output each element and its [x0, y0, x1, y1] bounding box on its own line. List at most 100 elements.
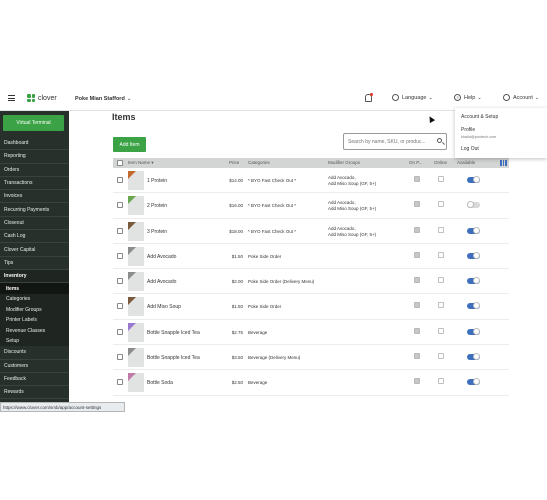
available-toggle[interactable]: [467, 378, 480, 386]
row-checkbox[interactable]: [117, 252, 123, 259]
row-checkbox[interactable]: [117, 278, 123, 285]
row-checkbox[interactable]: [117, 227, 123, 234]
available-toggle[interactable]: [467, 277, 480, 285]
sidebar-item-customers[interactable]: Customers: [0, 360, 69, 373]
on-pos-checkbox[interactable]: [414, 353, 420, 360]
sidebar-item-dashboard[interactable]: Dashboard: [0, 137, 69, 151]
sidebar-item-discounts[interactable]: Discounts: [0, 346, 69, 360]
on-pos-checkbox[interactable]: [414, 201, 420, 208]
on-pos-checkbox[interactable]: [414, 226, 420, 233]
account-setup-link[interactable]: Account & Setup: [461, 114, 498, 120]
search-input[interactable]: [348, 134, 434, 149]
help-menu[interactable]: ? Help ⌄: [454, 94, 482, 101]
sidebar-item-clover-capital[interactable]: Clover Capital: [0, 243, 69, 257]
merchant-selector[interactable]: Poke Mian Stafford ⌄: [75, 96, 131, 102]
item-name[interactable]: Bottle Snapple Iced Tea: [147, 355, 200, 361]
item-name[interactable]: 2 Protein: [147, 203, 167, 209]
item-name[interactable]: Add Miso Soup: [147, 304, 181, 310]
language-menu[interactable]: Language ⌄: [392, 94, 433, 101]
table-row[interactable]: 1 Protein $14.00 * BYO Fast Check Out * …: [113, 168, 509, 194]
available-toggle[interactable]: [467, 353, 480, 361]
online-checkbox[interactable]: [438, 201, 444, 208]
online-checkbox[interactable]: [438, 226, 444, 233]
select-all-checkbox[interactable]: [117, 160, 123, 166]
item-name[interactable]: Add Avocado: [147, 279, 176, 285]
sidebar-subitem-modifier-groups[interactable]: Modifier Groups: [0, 304, 69, 315]
menu-icon[interactable]: [8, 95, 15, 101]
sidebar-subitem-revenue-classes[interactable]: Revenue Classes: [0, 325, 69, 336]
on-pos-checkbox[interactable]: [414, 302, 420, 309]
account-menu[interactable]: Account ⌄: [503, 94, 539, 101]
online-checkbox[interactable]: [438, 302, 444, 309]
available-toggle[interactable]: [467, 201, 480, 209]
on-pos-checkbox[interactable]: [414, 277, 420, 284]
sidebar-item-cash-log[interactable]: Cash Log: [0, 230, 69, 244]
account-label: Account: [513, 94, 533, 101]
available-toggle[interactable]: [467, 251, 480, 259]
sidebar-item-reporting[interactable]: Reporting: [0, 150, 69, 164]
table-row[interactable]: Add Avocado $2.00 Poke Side Order (Deliv…: [113, 269, 509, 295]
available-toggle[interactable]: [467, 327, 480, 335]
table-row[interactable]: Add Miso Soup $1.50 Poke Side Order: [113, 294, 509, 320]
available-toggle[interactable]: [467, 226, 480, 234]
sidebar-item-feedback[interactable]: Feedback: [0, 373, 69, 387]
sidebar-item-inventory[interactable]: Inventory: [0, 269, 69, 284]
column-header-price[interactable]: Price: [229, 160, 239, 165]
online-checkbox[interactable]: [438, 176, 444, 182]
sidebar-item-tips[interactable]: Tips: [0, 257, 69, 270]
on-pos-checkbox[interactable]: [414, 251, 420, 258]
available-toggle[interactable]: [467, 302, 480, 310]
item-name[interactable]: 3 Protein: [147, 229, 167, 235]
sidebar-subitem-setup[interactable]: Setup: [0, 335, 69, 347]
search-icon[interactable]: [437, 138, 442, 143]
sidebar-item-closeout[interactable]: Closeout: [0, 217, 69, 231]
column-header-modifier-groups[interactable]: Modifier Groups: [328, 160, 360, 165]
item-name[interactable]: Add Avocado: [147, 254, 176, 260]
on-pos-checkbox[interactable]: [414, 327, 420, 334]
sidebar-item-invoices[interactable]: Invoices: [0, 190, 69, 204]
column-header-available[interactable]: Available: [457, 160, 475, 165]
table-row[interactable]: Bottle Snapple Iced Tea $3.50 Beverage (…: [113, 345, 509, 371]
available-toggle[interactable]: [467, 176, 480, 183]
sidebar-item-orders[interactable]: Orders: [0, 164, 69, 177]
item-name[interactable]: Bottle Snapple Iced Tea: [147, 330, 200, 336]
sidebar-item-transactions[interactable]: Transactions: [0, 177, 69, 191]
sidebar-subitem-categories[interactable]: Categories: [0, 293, 69, 305]
item-thumbnail: [128, 348, 144, 368]
logout-link[interactable]: Log Out: [461, 146, 479, 152]
sidebar-item-recurring-payments[interactable]: Recurring Payments: [0, 203, 69, 217]
online-checkbox[interactable]: [438, 378, 444, 385]
column-header-name[interactable]: Item Name ▾: [128, 160, 154, 166]
search-box[interactable]: [343, 133, 447, 150]
item-name[interactable]: Bottle Soda: [147, 380, 173, 386]
table-row[interactable]: 3 Protein $18.00 * BYO Fast Check Out * …: [113, 219, 509, 244]
sidebar-item-rewards[interactable]: Rewards: [0, 386, 69, 400]
row-checkbox[interactable]: [117, 379, 123, 386]
table-row[interactable]: Bottle Soda $2.50 Beverage: [113, 370, 509, 396]
column-header-online[interactable]: Online: [434, 160, 447, 165]
item-name[interactable]: 1 Protein: [147, 178, 167, 184]
clover-logo[interactable]: clover: [27, 94, 57, 102]
column-header-on-pos[interactable]: On P...: [409, 160, 422, 165]
table-row[interactable]: Bottle Snapple Iced Tea $2.75 Beverage: [113, 320, 509, 346]
row-checkbox[interactable]: [117, 354, 123, 361]
on-pos-checkbox[interactable]: [414, 378, 420, 385]
virtual-terminal-button[interactable]: Virtual Terminal: [3, 115, 64, 131]
on-pos-checkbox[interactable]: [414, 176, 420, 182]
online-checkbox[interactable]: [438, 251, 444, 258]
row-checkbox[interactable]: [117, 303, 123, 310]
table-row[interactable]: 2 Protein $16.00 * BYO Fast Check Out * …: [113, 193, 509, 219]
sidebar-subitem-printer-labels[interactable]: Printer Labels: [0, 314, 69, 326]
online-checkbox[interactable]: [438, 327, 444, 334]
sidebar-subitem-items[interactable]: Items: [0, 283, 69, 294]
profile-link[interactable]: Profile: [461, 127, 475, 133]
row-checkbox[interactable]: [117, 202, 123, 209]
online-checkbox[interactable]: [438, 353, 444, 360]
online-checkbox[interactable]: [438, 277, 444, 284]
add-item-button[interactable]: Add Item: [113, 137, 146, 152]
column-settings-icon[interactable]: [500, 160, 508, 166]
row-checkbox[interactable]: [117, 328, 123, 335]
table-row[interactable]: Add Avocado $1.50 Poke Side Order: [113, 244, 509, 270]
row-checkbox[interactable]: [117, 177, 123, 183]
column-header-categories[interactable]: Categories: [248, 160, 270, 165]
